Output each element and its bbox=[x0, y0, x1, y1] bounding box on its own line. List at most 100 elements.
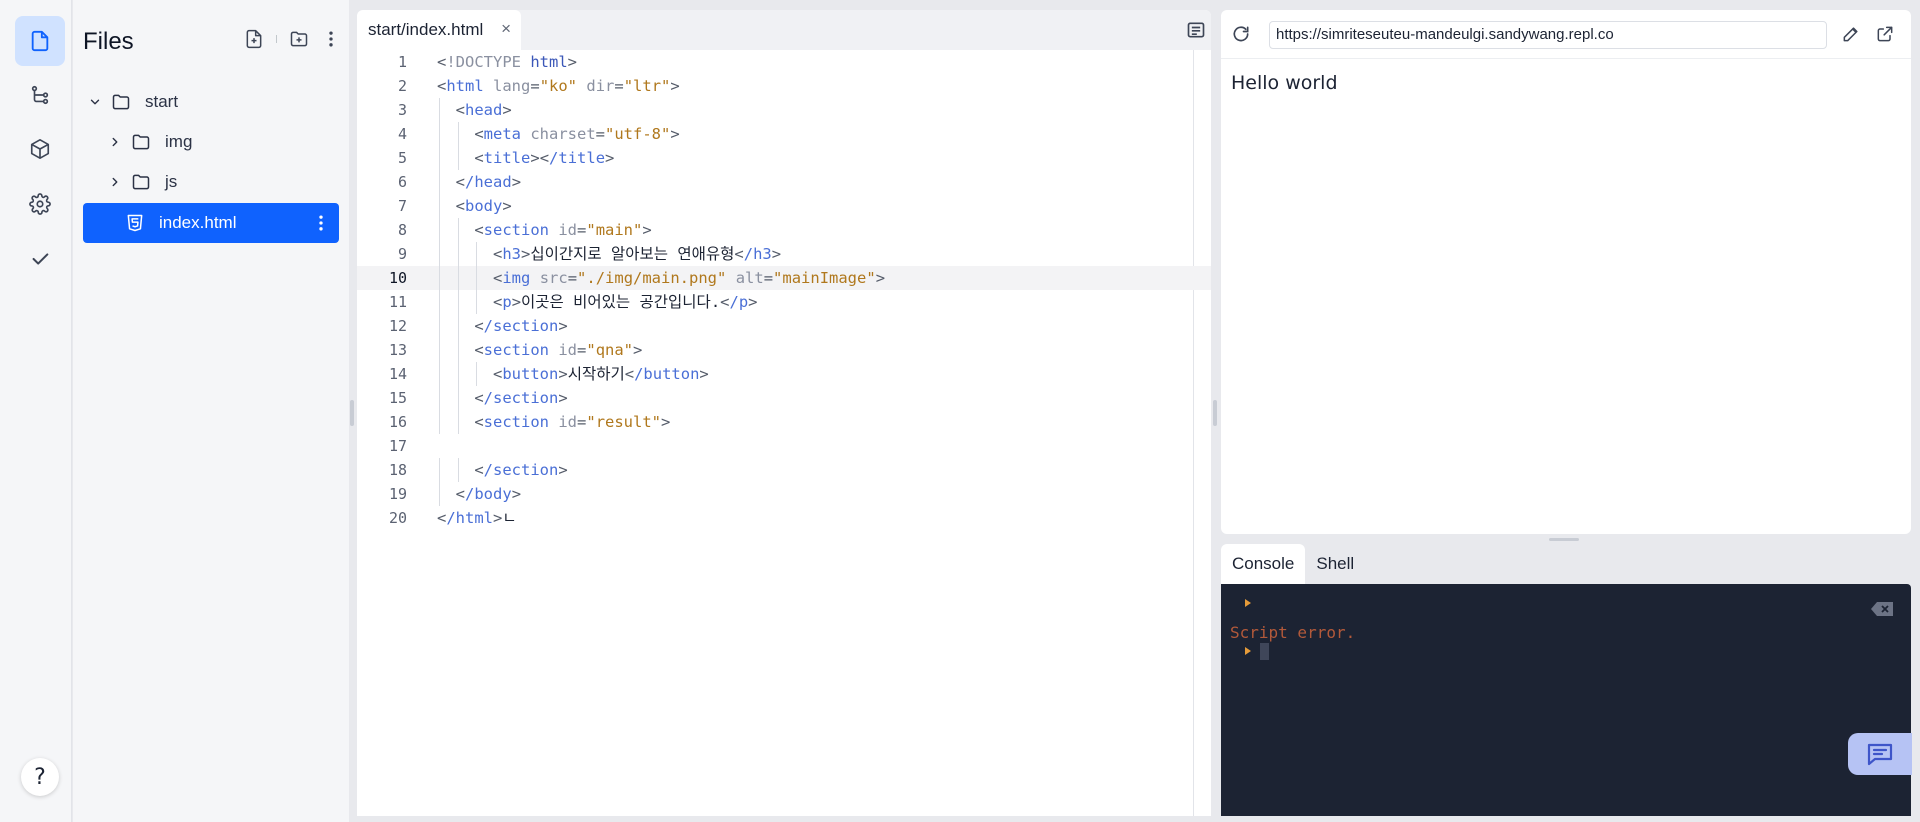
folder-icon bbox=[111, 92, 131, 112]
chat-icon[interactable] bbox=[1848, 733, 1912, 775]
line-number: 3 bbox=[397, 101, 407, 119]
code-line[interactable]: 10 <img src="./img/main.png" alt="mainIm… bbox=[357, 266, 1211, 290]
line-number: 8 bbox=[397, 221, 407, 239]
editor-tab-bar: start/index.html × bbox=[357, 10, 1211, 50]
icon-rail: ? bbox=[0, 0, 72, 822]
code-text: </body> bbox=[455, 485, 522, 503]
code-text: <!DOCTYPE html> bbox=[437, 53, 578, 71]
line-number: 17 bbox=[388, 437, 407, 455]
preview-divider bbox=[1221, 58, 1911, 59]
code-text: <head> bbox=[455, 101, 512, 119]
files-editor-splitter[interactable] bbox=[350, 400, 354, 426]
code-line[interactable]: 11 <p>이곳은 비어있는 공간입니다.</p> bbox=[357, 290, 1211, 314]
tree-item-label: js bbox=[165, 172, 178, 191]
line-number: 13 bbox=[388, 341, 407, 359]
tree-item-label: index.html bbox=[159, 213, 237, 232]
code-text: <html lang="ko" dir="ltr"> bbox=[437, 77, 680, 95]
code-line[interactable]: 18 </section> bbox=[357, 458, 1211, 482]
help-icon[interactable]: ? bbox=[21, 758, 59, 796]
tree-item-index-html[interactable]: index.html bbox=[83, 203, 339, 243]
files-menu-icon[interactable] bbox=[321, 29, 341, 49]
edit-pencil-icon[interactable] bbox=[1841, 24, 1861, 44]
code-line[interactable]: 12 </section> bbox=[357, 314, 1211, 338]
console-output[interactable]: Script error. bbox=[1221, 584, 1911, 816]
code-editor: start/index.html × 1 <!DOCTYPE html> 2 <htm… bbox=[357, 10, 1211, 816]
clear-console-icon[interactable] bbox=[1871, 601, 1895, 617]
chevron-right-icon[interactable] bbox=[105, 175, 125, 189]
new-file-icon[interactable] bbox=[244, 29, 264, 49]
code-line[interactable]: 5 <title></title> bbox=[357, 146, 1211, 170]
code-text: <body> bbox=[455, 197, 512, 215]
code-line[interactable]: 1 <!DOCTYPE html> bbox=[357, 50, 1211, 74]
line-number: 7 bbox=[397, 197, 407, 215]
line-number: 2 bbox=[397, 77, 407, 95]
tree-item-img[interactable]: img bbox=[105, 122, 343, 162]
code-line[interactable]: 16 <section id="result"> bbox=[357, 410, 1211, 434]
open-in-new-tab-icon[interactable] bbox=[1875, 24, 1895, 44]
code-line[interactable]: 3 <head> bbox=[357, 98, 1211, 122]
files-title: Files bbox=[83, 28, 134, 55]
code-line[interactable]: 9 <h3>십이간지로 알아보는 연애유형</h3> bbox=[357, 242, 1211, 266]
folder-icon bbox=[131, 172, 151, 192]
code-text: <p>이곳은 비어있는 공간입니다.</p> bbox=[493, 293, 758, 311]
line-number: 12 bbox=[388, 317, 407, 335]
close-icon[interactable]: × bbox=[501, 19, 511, 39]
code-line[interactable]: 20 </html>ㄴ bbox=[357, 506, 1211, 530]
editor-tab[interactable]: start/index.html × bbox=[357, 10, 521, 50]
line-number: 6 bbox=[397, 173, 407, 191]
packages-icon[interactable] bbox=[15, 124, 65, 174]
code-text: <title></title> bbox=[474, 149, 615, 167]
line-number: 9 bbox=[397, 245, 407, 263]
code-line[interactable]: 7 <body> bbox=[357, 194, 1211, 218]
folder-icon bbox=[131, 132, 151, 152]
line-number: 18 bbox=[388, 461, 407, 479]
console-cursor[interactable] bbox=[1260, 643, 1269, 660]
editor-preview-splitter[interactable] bbox=[1213, 400, 1217, 426]
line-number: 14 bbox=[388, 365, 407, 383]
editor-tab-label: start/index.html bbox=[368, 20, 484, 39]
code-text: </head> bbox=[455, 173, 522, 191]
reload-icon[interactable] bbox=[1231, 24, 1251, 44]
line-number: 1 bbox=[397, 53, 407, 71]
code-text: <meta charset="utf-8"> bbox=[474, 125, 680, 143]
code-text: <img src="./img/main.png" alt="mainImage… bbox=[493, 269, 886, 287]
code-line[interactable]: 8 <section id="main"> bbox=[357, 218, 1211, 242]
version-control-icon[interactable] bbox=[15, 70, 65, 120]
tree-item-label: start bbox=[145, 92, 179, 111]
line-number: 4 bbox=[397, 125, 407, 143]
code-text: <section id="result"> bbox=[474, 413, 671, 431]
code-line[interactable]: 13 <section id="qna"> bbox=[357, 338, 1211, 362]
code-text: </section> bbox=[474, 389, 568, 407]
new-folder-icon[interactable] bbox=[289, 29, 309, 49]
code-area[interactable]: 1 <!DOCTYPE html> 2 <html lang="ko" dir="lt… bbox=[357, 50, 1211, 816]
settings-gear-icon[interactable] bbox=[15, 179, 65, 229]
code-line[interactable]: 19 </body> bbox=[357, 482, 1211, 506]
code-line[interactable]: 15 </section> bbox=[357, 386, 1211, 410]
file-menu-icon[interactable] bbox=[311, 213, 331, 233]
line-number: 16 bbox=[388, 413, 407, 431]
tab-console[interactable]: Console bbox=[1221, 544, 1306, 584]
console-error-text: Script error. bbox=[1230, 623, 1356, 642]
preview-console-splitter[interactable] bbox=[1549, 538, 1579, 541]
tree-item-start[interactable]: start bbox=[85, 82, 343, 122]
code-text: <button>시작하기</button> bbox=[493, 365, 709, 383]
tree-item-js[interactable]: js bbox=[105, 162, 343, 202]
chevron-right-icon[interactable] bbox=[105, 135, 125, 149]
html5-file-icon bbox=[125, 213, 145, 233]
code-line[interactable]: 6 </head> bbox=[357, 170, 1211, 194]
code-line[interactable]: 2 <html lang="ko" dir="ltr"> bbox=[357, 74, 1211, 98]
code-line[interactable]: 4 <meta charset="utf-8"> bbox=[357, 122, 1211, 146]
code-text: <section id="qna"> bbox=[474, 341, 643, 359]
code-line[interactable]: 17 bbox=[357, 434, 1211, 458]
files-icon[interactable] bbox=[15, 16, 65, 66]
url-input[interactable]: https://simriteseuteu-mandeulgi.sandywan… bbox=[1269, 21, 1827, 49]
line-number: 5 bbox=[397, 149, 407, 167]
files-actions bbox=[244, 29, 341, 49]
editor-layout-icon[interactable] bbox=[1186, 20, 1206, 40]
checkmark-icon[interactable] bbox=[15, 234, 65, 284]
code-text: <section id="main"> bbox=[474, 221, 652, 239]
tab-shell[interactable]: Shell bbox=[1305, 544, 1365, 584]
chevron-down-icon[interactable] bbox=[85, 95, 105, 109]
code-line[interactable]: 14 <button>시작하기</button> bbox=[357, 362, 1211, 386]
webview-panel: https://simriteseuteu-mandeulgi.sandywan… bbox=[1221, 10, 1911, 534]
